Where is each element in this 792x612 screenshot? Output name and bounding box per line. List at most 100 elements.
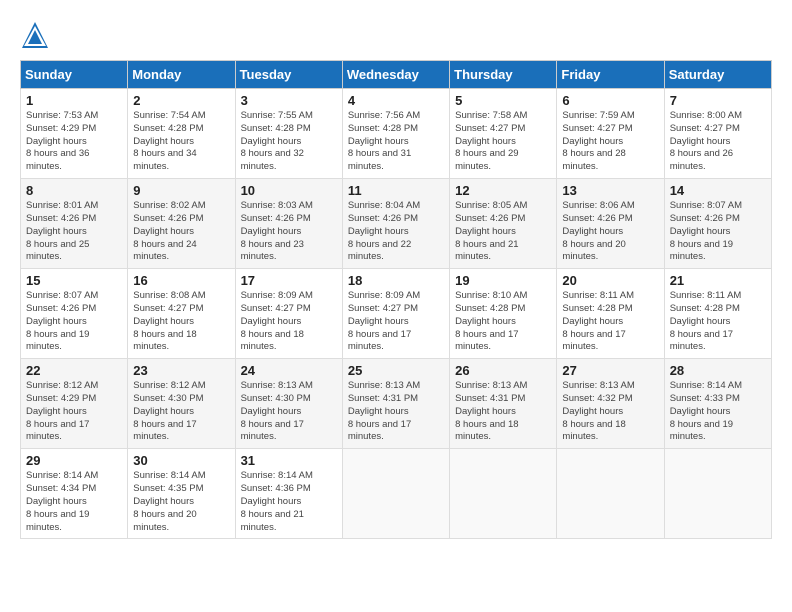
day-content: Sunrise: 7:56 AMSunset: 4:28 PMDaylight … xyxy=(348,110,444,174)
calendar-header-row: SundayMondayTuesdayWednesdayThursdayFrid… xyxy=(21,61,772,89)
day-number: 13 xyxy=(562,183,658,198)
day-content: Sunrise: 8:09 AMSunset: 4:27 PMDaylight … xyxy=(348,290,444,354)
calendar-day-cell: 12 Sunrise: 8:05 AMSunset: 4:26 PMDayligh… xyxy=(450,179,557,269)
calendar-day-cell: 1 Sunrise: 7:53 AMSunset: 4:29 PMDaylight… xyxy=(21,89,128,179)
calendar-day-cell: 18 Sunrise: 8:09 AMSunset: 4:27 PMDayligh… xyxy=(342,269,449,359)
calendar-day-cell: 31Sunrise: 8:14 AMSunset: 4:36 PMDayligh… xyxy=(235,449,342,539)
day-content: Sunrise: 8:07 AMSunset: 4:26 PMDaylight … xyxy=(670,200,766,264)
day-content: Sunrise: 8:01 AMSunset: 4:26 PMDaylight … xyxy=(26,200,122,264)
calendar-day-cell: 6 Sunrise: 7:59 AMSunset: 4:27 PMDaylight… xyxy=(557,89,664,179)
calendar-day-cell: 23Sunrise: 8:12 AMSunset: 4:30 PMDayligh… xyxy=(128,359,235,449)
calendar-day-cell: 8 Sunrise: 8:01 AMSunset: 4:26 PMDaylight… xyxy=(21,179,128,269)
calendar-day-cell: 7Sunrise: 8:00 AMSunset: 4:27 PMDaylight… xyxy=(664,89,771,179)
calendar-day-cell: 28 Sunrise: 8:14 AMSunset: 4:33 PMDayligh… xyxy=(664,359,771,449)
calendar-header-cell: Saturday xyxy=(664,61,771,89)
day-number: 12 xyxy=(455,183,551,198)
day-content: Sunrise: 8:03 AMSunset: 4:26 PMDaylight … xyxy=(241,200,337,264)
day-content: Sunrise: 8:14 AMSunset: 4:35 PMDaylight … xyxy=(133,470,229,534)
calendar-day-cell: 3Sunrise: 7:55 AMSunset: 4:28 PMDaylight… xyxy=(235,89,342,179)
calendar-day-cell xyxy=(557,449,664,539)
day-content: Sunrise: 8:02 AMSunset: 4:26 PMDaylight … xyxy=(133,200,229,264)
calendar-day-cell: 21 Sunrise: 8:11 AMSunset: 4:28 PMDayligh… xyxy=(664,269,771,359)
calendar-day-cell: 15 Sunrise: 8:07 AMSunset: 4:26 PMDayligh… xyxy=(21,269,128,359)
calendar-day-cell: 19 Sunrise: 8:10 AMSunset: 4:28 PMDayligh… xyxy=(450,269,557,359)
calendar-day-cell: 14 Sunrise: 8:07 AMSunset: 4:26 PMDayligh… xyxy=(664,179,771,269)
calendar-header-cell: Monday xyxy=(128,61,235,89)
day-number: 9 xyxy=(133,183,229,198)
day-content: Sunrise: 7:54 AMSunset: 4:28 PMDaylight … xyxy=(133,110,229,174)
day-number: 22 xyxy=(26,363,122,378)
day-number: 20 xyxy=(562,273,658,288)
day-number: 8 xyxy=(26,183,122,198)
page-header xyxy=(20,20,772,50)
day-content: Sunrise: 8:14 AMSunset: 4:33 PMDaylight … xyxy=(670,380,766,444)
calendar-day-cell xyxy=(664,449,771,539)
calendar-body: 1 Sunrise: 7:53 AMSunset: 4:29 PMDaylight… xyxy=(21,89,772,539)
calendar-day-cell xyxy=(450,449,557,539)
calendar-day-cell: 17Sunrise: 8:09 AMSunset: 4:27 PMDayligh… xyxy=(235,269,342,359)
day-content: Sunrise: 8:05 AMSunset: 4:26 PMDaylight … xyxy=(455,200,551,264)
day-content: Sunrise: 8:14 AMSunset: 4:34 PMDaylight … xyxy=(26,470,122,534)
calendar-day-cell: 26 Sunrise: 8:13 AMSunset: 4:31 PMDayligh… xyxy=(450,359,557,449)
calendar-week-row: 29 Sunrise: 8:14 AMSunset: 4:34 PMDayligh… xyxy=(21,449,772,539)
calendar-table: SundayMondayTuesdayWednesdayThursdayFrid… xyxy=(20,60,772,539)
day-content: Sunrise: 8:06 AMSunset: 4:26 PMDaylight … xyxy=(562,200,658,264)
day-content: Sunrise: 8:00 AMSunset: 4:27 PMDaylight … xyxy=(670,110,766,174)
day-number: 28 xyxy=(670,363,766,378)
day-number: 30 xyxy=(133,453,229,468)
day-content: Sunrise: 8:09 AMSunset: 4:27 PMDaylight … xyxy=(241,290,337,354)
day-number: 16 xyxy=(133,273,229,288)
day-number: 21 xyxy=(670,273,766,288)
calendar-week-row: 22Sunrise: 8:12 AMSunset: 4:29 PMDayligh… xyxy=(21,359,772,449)
day-number: 6 xyxy=(562,93,658,108)
calendar-week-row: 15 Sunrise: 8:07 AMSunset: 4:26 PMDayligh… xyxy=(21,269,772,359)
day-number: 14 xyxy=(670,183,766,198)
calendar-day-cell: 13 Sunrise: 8:06 AMSunset: 4:26 PMDayligh… xyxy=(557,179,664,269)
calendar-day-cell: 24 Sunrise: 8:13 AMSunset: 4:30 PMDayligh… xyxy=(235,359,342,449)
day-number: 15 xyxy=(26,273,122,288)
calendar-day-cell: 30 Sunrise: 8:14 AMSunset: 4:35 PMDayligh… xyxy=(128,449,235,539)
calendar-day-cell: 25Sunrise: 8:13 AMSunset: 4:31 PMDayligh… xyxy=(342,359,449,449)
calendar-day-cell: 4 Sunrise: 7:56 AMSunset: 4:28 PMDaylight… xyxy=(342,89,449,179)
day-number: 10 xyxy=(241,183,337,198)
day-content: Sunrise: 8:04 AMSunset: 4:26 PMDaylight … xyxy=(348,200,444,264)
day-number: 24 xyxy=(241,363,337,378)
calendar-day-cell: 10 Sunrise: 8:03 AMSunset: 4:26 PMDayligh… xyxy=(235,179,342,269)
logo xyxy=(20,20,54,50)
day-content: Sunrise: 8:08 AMSunset: 4:27 PMDaylight … xyxy=(133,290,229,354)
calendar-header-cell: Tuesday xyxy=(235,61,342,89)
calendar-day-cell: 27Sunrise: 8:13 AMSunset: 4:32 PMDayligh… xyxy=(557,359,664,449)
day-number: 5 xyxy=(455,93,551,108)
day-number: 19 xyxy=(455,273,551,288)
day-number: 3 xyxy=(241,93,337,108)
day-content: Sunrise: 8:13 AMSunset: 4:32 PMDaylight … xyxy=(562,380,658,444)
day-content: Sunrise: 8:07 AMSunset: 4:26 PMDaylight … xyxy=(26,290,122,354)
day-number: 31 xyxy=(241,453,337,468)
day-number: 29 xyxy=(26,453,122,468)
day-number: 18 xyxy=(348,273,444,288)
calendar-day-cell: 11 Sunrise: 8:04 AMSunset: 4:26 PMDayligh… xyxy=(342,179,449,269)
calendar-header-cell: Sunday xyxy=(21,61,128,89)
day-number: 23 xyxy=(133,363,229,378)
day-content: Sunrise: 8:13 AMSunset: 4:31 PMDaylight … xyxy=(348,380,444,444)
day-content: Sunrise: 8:11 AMSunset: 4:28 PMDaylight … xyxy=(670,290,766,354)
day-content: Sunrise: 8:13 AMSunset: 4:30 PMDaylight … xyxy=(241,380,337,444)
calendar-day-cell: 22Sunrise: 8:12 AMSunset: 4:29 PMDayligh… xyxy=(21,359,128,449)
calendar-week-row: 1 Sunrise: 7:53 AMSunset: 4:29 PMDaylight… xyxy=(21,89,772,179)
calendar-day-cell: 20 Sunrise: 8:11 AMSunset: 4:28 PMDayligh… xyxy=(557,269,664,359)
day-number: 26 xyxy=(455,363,551,378)
calendar-day-cell: 29 Sunrise: 8:14 AMSunset: 4:34 PMDayligh… xyxy=(21,449,128,539)
calendar-header-cell: Wednesday xyxy=(342,61,449,89)
day-number: 4 xyxy=(348,93,444,108)
day-number: 2 xyxy=(133,93,229,108)
calendar-day-cell: 2 Sunrise: 7:54 AMSunset: 4:28 PMDaylight… xyxy=(128,89,235,179)
day-content: Sunrise: 8:10 AMSunset: 4:28 PMDaylight … xyxy=(455,290,551,354)
calendar-header-cell: Thursday xyxy=(450,61,557,89)
day-content: Sunrise: 8:13 AMSunset: 4:31 PMDaylight … xyxy=(455,380,551,444)
day-content: Sunrise: 7:53 AMSunset: 4:29 PMDaylight … xyxy=(26,110,122,174)
day-content: Sunrise: 7:58 AMSunset: 4:27 PMDaylight … xyxy=(455,110,551,174)
day-number: 1 xyxy=(26,93,122,108)
day-content: Sunrise: 8:11 AMSunset: 4:28 PMDaylight … xyxy=(562,290,658,354)
day-content: Sunrise: 7:59 AMSunset: 4:27 PMDaylight … xyxy=(562,110,658,174)
day-number: 11 xyxy=(348,183,444,198)
